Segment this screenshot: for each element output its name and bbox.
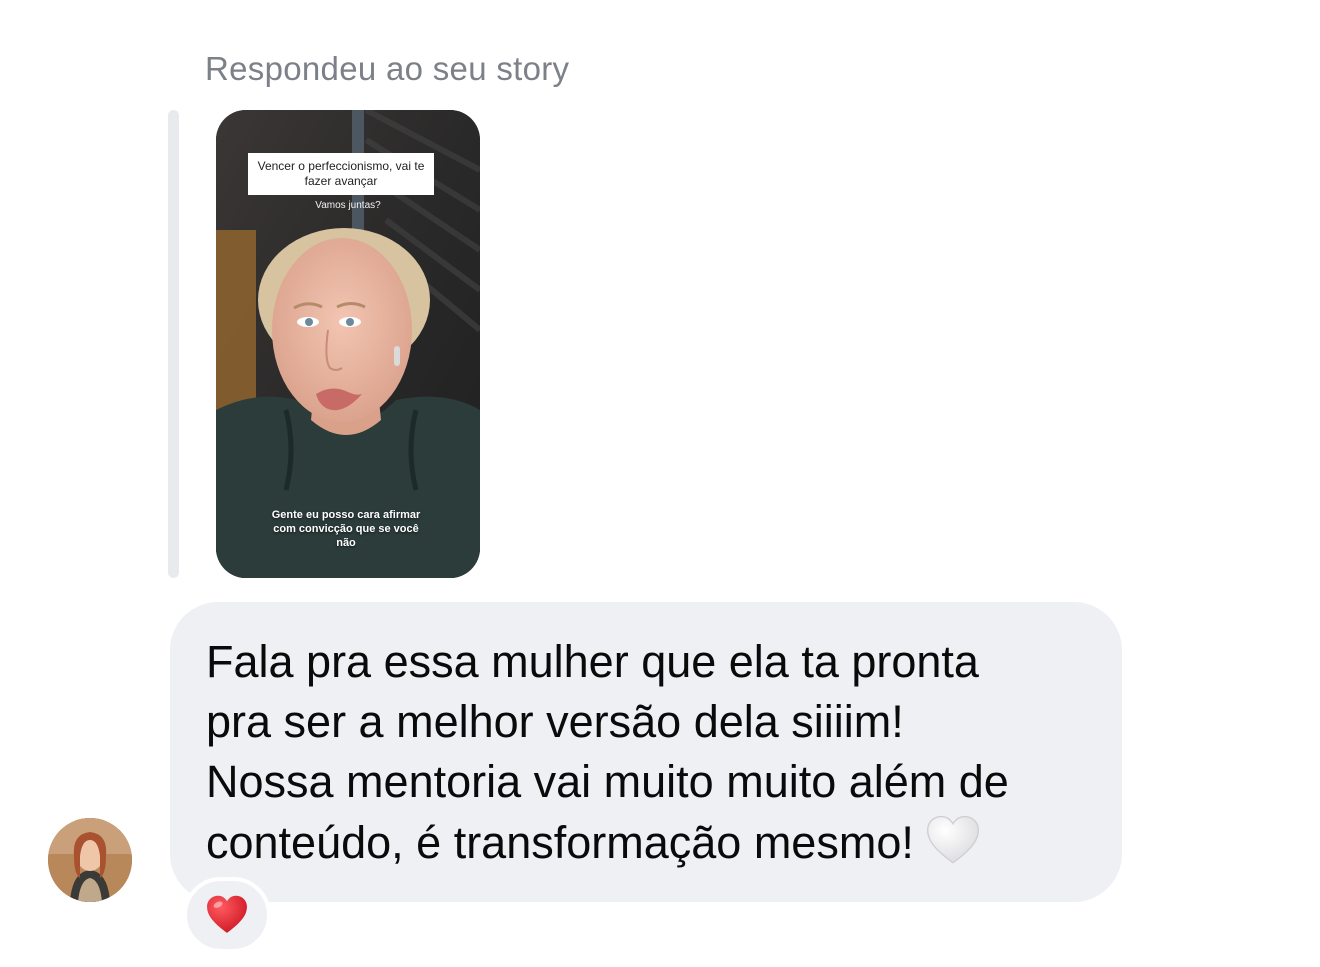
white-heart-icon xyxy=(926,815,979,864)
story-caption: Vencer o perfeccionismo, vai te fazer av… xyxy=(248,153,434,195)
quote-bar xyxy=(168,110,179,578)
story-bottom-caption: Gente eu posso cara afirmar com convicçã… xyxy=(271,509,421,549)
message-body: Fala pra essa mulher que ela ta pronta p… xyxy=(206,636,1009,868)
story-preview[interactable]: Vencer o perfeccionismo, vai te fazer av… xyxy=(216,110,480,578)
sender-avatar[interactable] xyxy=(48,818,132,902)
avatar-photo xyxy=(48,818,132,902)
red-heart-icon xyxy=(207,895,247,933)
dm-thread: Respondeu ao seu story Vencer o perfecci… xyxy=(0,0,1320,967)
story-sub-caption: Vamos juntas? xyxy=(315,200,381,211)
message-bubble[interactable]: Fala pra essa mulher que ela ta pronta p… xyxy=(170,602,1122,902)
story-reply-label: Respondeu ao seu story xyxy=(205,50,570,87)
message-text: Fala pra essa mulher que ela ta pronta p… xyxy=(206,632,1086,873)
reaction-badge[interactable] xyxy=(183,877,271,953)
